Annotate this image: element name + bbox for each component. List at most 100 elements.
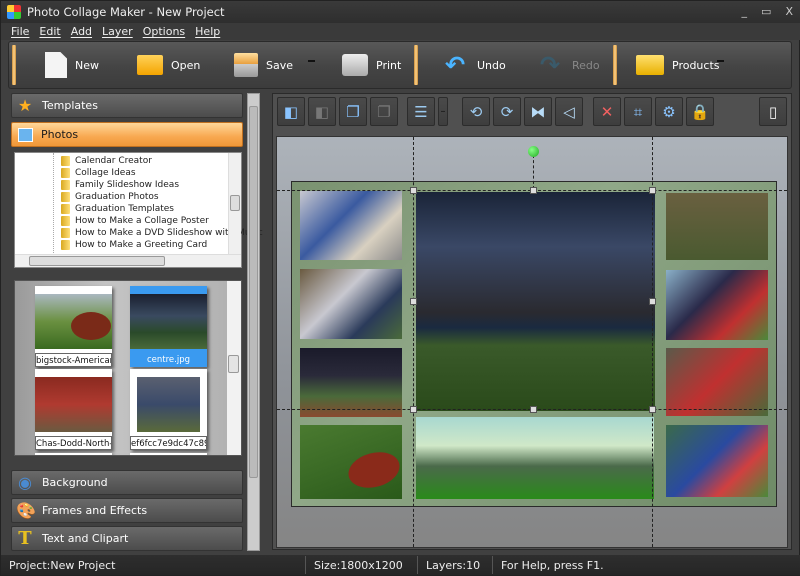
print-button[interactable]: Print <box>342 48 401 82</box>
rotate-handle[interactable] <box>528 146 539 157</box>
redo-button[interactable]: ↷ Redo <box>540 48 600 82</box>
products-button[interactable]: Products <box>636 48 720 82</box>
rotate-left-button[interactable]: ⟲ <box>462 97 490 126</box>
workspace[interactable] <box>276 136 788 548</box>
photo-cell[interactable] <box>300 348 402 417</box>
new-button[interactable]: New <box>45 48 99 82</box>
photo-cell[interactable] <box>666 425 768 497</box>
lock-button[interactable]: 🔒 <box>686 97 714 126</box>
photo-cell[interactable] <box>666 193 768 260</box>
folder-item[interactable]: Calendar Creator <box>61 155 152 167</box>
menu-options[interactable]: Options <box>143 25 185 38</box>
delete-button[interactable]: ✕ <box>593 97 621 126</box>
section-text-clipart[interactable]: T Text and Clipart <box>11 526 243 551</box>
thumbnail[interactable] <box>130 453 207 455</box>
scroll-thumb[interactable] <box>230 195 240 211</box>
save-label: Save <box>266 58 294 72</box>
resize-handle[interactable] <box>410 187 417 194</box>
thumbnail[interactable]: Chas-Dodd-North-... <box>35 369 112 450</box>
folder-item[interactable]: How to Make a Collage Poster <box>61 215 209 227</box>
redo-label: Redo <box>572 58 600 72</box>
resize-handle[interactable] <box>410 298 417 305</box>
section-background[interactable]: ◉ Background <box>11 470 243 495</box>
photo-cell[interactable] <box>666 270 768 340</box>
thumbnail-selected[interactable]: centre.jpg <box>130 286 207 367</box>
scroll-thumb[interactable] <box>29 256 165 266</box>
resize-handle[interactable] <box>530 406 537 413</box>
menu-layer[interactable]: Layer <box>102 25 133 38</box>
section-templates[interactable]: ★ Templates <box>11 93 243 118</box>
status-project: Project:New Project <box>1 556 306 574</box>
resize-handle[interactable] <box>410 406 417 413</box>
align-button[interactable]: ☰ <box>407 97 435 126</box>
settings-button[interactable]: ⚙ <box>655 97 683 126</box>
photo-cell[interactable] <box>300 425 404 499</box>
templates-label: Templates <box>42 99 98 112</box>
text-t-icon: T <box>18 527 32 549</box>
photo-cell[interactable] <box>300 269 402 339</box>
thumbnail-caption: Chas-Dodd-North-... <box>35 436 112 450</box>
rotate-right-button[interactable]: ⟳ <box>493 97 521 126</box>
close-button[interactable]: X <box>785 5 793 18</box>
folder-item[interactable]: Collage Ideas <box>61 167 136 179</box>
photo-cell[interactable] <box>666 348 768 416</box>
canvas-panel: ◧ ◧ ❐ ❐ ☰ – ⟲ ⟳ ⧓ ◁ ✕ ⌗ ⚙ 🔒 ▯ <box>272 93 792 550</box>
crop-icon: ⌗ <box>633 102 643 121</box>
window-title: Photo Collage Maker - New Project <box>27 5 225 19</box>
resize-handle[interactable] <box>649 406 656 413</box>
page-icon: ▯ <box>768 102 778 121</box>
folder-item[interactable]: Family Slideshow Ideas <box>61 179 179 191</box>
minimize-button[interactable]: _ <box>742 5 748 18</box>
folder-item[interactable]: Graduation Templates <box>61 203 174 215</box>
photo-cell[interactable] <box>416 417 654 499</box>
flip-vertical-icon: ◁ <box>563 102 575 121</box>
section-frames-effects[interactable]: 🎨 Frames and Effects <box>11 498 243 523</box>
new-label: New <box>75 58 99 72</box>
folder-item[interactable]: How to Make a Greeting Card <box>61 239 207 251</box>
toolbar-separator <box>12 45 16 85</box>
thumbnail[interactable]: bigstock-American... <box>35 286 112 367</box>
save-button[interactable]: Save <box>234 48 293 82</box>
products-dropdown-button[interactable] <box>717 60 724 62</box>
flip-horizontal-button[interactable]: ⧓ <box>524 97 552 126</box>
photo-cell[interactable] <box>300 191 402 260</box>
open-button[interactable]: Open <box>137 48 200 82</box>
gallery-scrollbar[interactable] <box>227 281 241 455</box>
tree-vertical-scrollbar[interactable] <box>228 153 241 256</box>
menu-edit[interactable]: Edit <box>39 25 60 38</box>
scroll-thumb[interactable] <box>249 106 258 478</box>
thumbnail[interactable] <box>35 453 112 455</box>
section-photos[interactable]: Photos <box>11 122 243 147</box>
undo-button[interactable]: ↶ Undo <box>445 48 506 82</box>
status-help: For Help, press F1. <box>501 558 604 572</box>
redo-arrow-icon: ↷ <box>540 51 561 79</box>
tree-line <box>53 153 54 257</box>
maximize-button[interactable]: ▭ <box>761 5 771 18</box>
save-dropdown-button[interactable] <box>308 60 315 62</box>
left-panel: ★ Templates Photos Calendar Creator Coll… <box>9 93 263 553</box>
crop-button[interactable]: ⌗ <box>624 97 652 126</box>
send-to-back-button[interactable]: ❐ <box>370 97 398 126</box>
folder-item[interactable]: Graduation Photos <box>61 191 159 203</box>
app-window: Photo Collage Maker - New Project _ ▭ X … <box>0 0 800 576</box>
page-button[interactable]: ▯ <box>759 97 787 126</box>
bring-to-front-button[interactable]: ❐ <box>339 97 367 126</box>
folder-label: Collage Ideas <box>75 168 136 178</box>
left-panel-scrollbar[interactable] <box>247 93 260 551</box>
folder-icon <box>61 204 70 214</box>
resize-handle[interactable] <box>649 187 656 194</box>
resize-handle[interactable] <box>530 187 537 194</box>
flip-vertical-button[interactable]: ◁ <box>555 97 583 126</box>
tree-horizontal-scrollbar[interactable] <box>15 254 241 267</box>
photo-cell-selected[interactable] <box>416 192 655 411</box>
menu-add[interactable]: Add <box>71 25 92 38</box>
collage-canvas[interactable] <box>291 181 777 507</box>
resize-handle[interactable] <box>649 298 656 305</box>
menu-help[interactable]: Help <box>195 25 220 38</box>
align-dropdown-button[interactable]: – <box>438 97 448 126</box>
thumbnail[interactable]: ef6fcc7e9dc47c89... <box>130 369 207 450</box>
scroll-thumb[interactable] <box>228 355 239 373</box>
bring-forward-button[interactable]: ◧ <box>277 97 305 126</box>
send-backward-button[interactable]: ◧ <box>308 97 336 126</box>
menu-file[interactable]: File <box>11 25 29 38</box>
